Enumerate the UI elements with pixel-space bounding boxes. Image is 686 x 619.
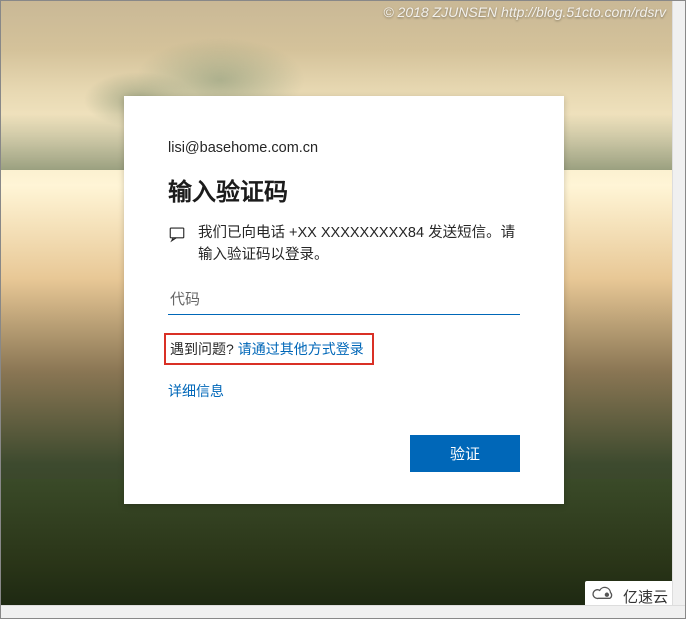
- cloud-logo-icon: [591, 585, 617, 607]
- sms-icon: [168, 225, 186, 243]
- trouble-label: 遇到问题?: [170, 339, 234, 359]
- more-info-link[interactable]: 详细信息: [168, 381, 520, 401]
- code-input[interactable]: [168, 285, 520, 315]
- scrollbar-vertical[interactable]: [672, 0, 686, 605]
- brandmark-text: 亿速云: [623, 586, 668, 607]
- scrollbar-horizontal[interactable]: [0, 605, 686, 619]
- login-card: lisi@basehome.com.cn 输入验证码 我们已向电话 +XX XX…: [124, 96, 564, 504]
- sms-instruction-row: 我们已向电话 +XX XXXXXXXXX84 发送短信。请输入验证码以登录。: [168, 223, 520, 267]
- sms-instruction-text: 我们已向电话 +XX XXXXXXXXX84 发送短信。请输入验证码以登录。: [198, 223, 520, 267]
- page-title: 输入验证码: [168, 172, 520, 207]
- trouble-row: 遇到问题? 请通过其他方式登录: [164, 333, 374, 365]
- account-email: lisi@basehome.com.cn: [168, 140, 520, 156]
- verify-button[interactable]: 验证: [410, 435, 520, 472]
- other-ways-link[interactable]: 请通过其他方式登录: [238, 339, 364, 359]
- watermark-text: © 2018 ZJUNSEN http://blog.51cto.com/rds…: [383, 4, 666, 20]
